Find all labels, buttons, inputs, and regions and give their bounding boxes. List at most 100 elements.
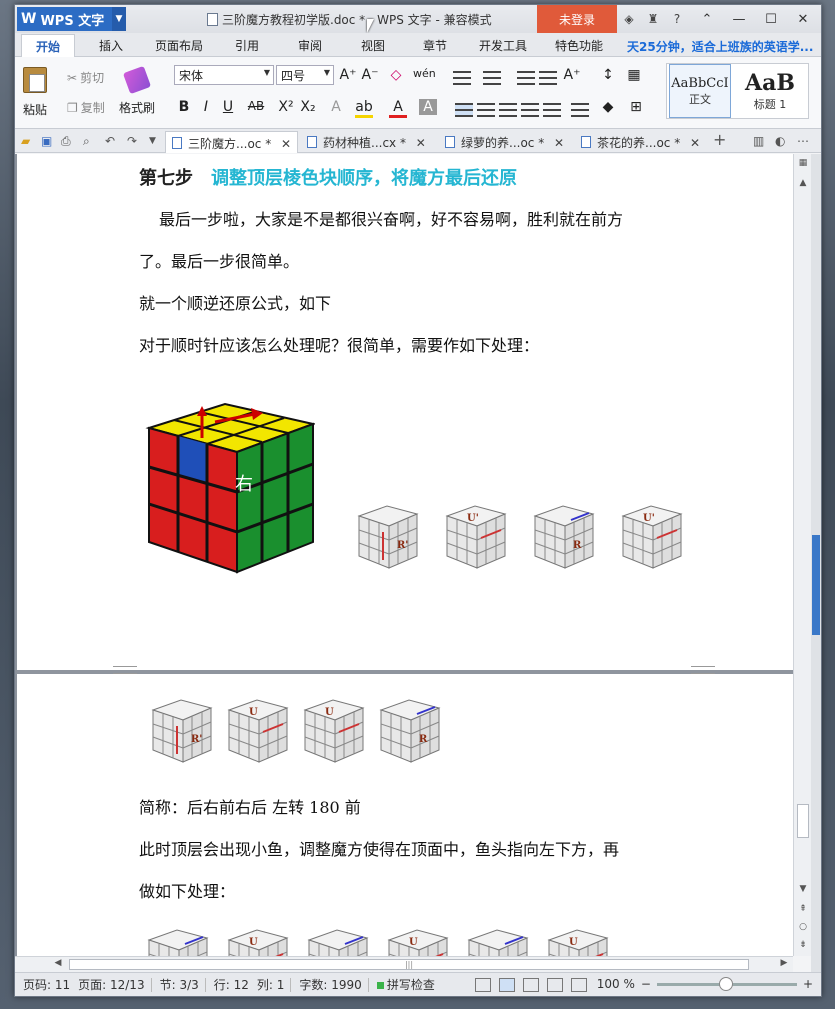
bold-icon[interactable]: B [175, 99, 193, 115]
print-preview-icon[interactable]: ⌕ [83, 134, 90, 149]
scroll-down-icon[interactable]: ▼ [796, 884, 810, 898]
login-button[interactable]: 未登录 [537, 5, 617, 33]
save-icon[interactable]: ▣ [41, 134, 52, 148]
style-normal[interactable]: AaBbCcI 正文 [669, 64, 731, 118]
highlight-icon[interactable]: ab [355, 99, 373, 118]
tab-special[interactable]: 特色功能 [555, 37, 603, 54]
cloud-icon[interactable]: ◈ [620, 10, 638, 28]
zoom-slider[interactable] [656, 976, 797, 991]
tab-page-layout[interactable]: 页面布局 [155, 37, 203, 54]
justify-icon[interactable] [521, 103, 539, 117]
outline-view-icon[interactable] [522, 977, 539, 992]
fullscreen-view-icon[interactable] [474, 977, 491, 992]
app-menu-dropdown-icon[interactable]: ▼ [112, 7, 126, 31]
prev-page-icon[interactable]: ⇞ [796, 904, 810, 918]
tab-list-icon[interactable]: ▥ [753, 134, 764, 148]
tab-options-icon[interactable]: ◐ [775, 134, 785, 148]
format-painter-button[interactable]: 格式刷 [119, 65, 155, 116]
minimize-button[interactable]: — [725, 9, 753, 29]
scroll-up-icon[interactable]: ▲ [796, 178, 810, 192]
tab-view[interactable]: 视图 [361, 37, 385, 54]
subscript-icon[interactable]: X₂ [299, 99, 317, 115]
shrink-font-icon[interactable]: A⁻ [361, 67, 379, 83]
help-icon[interactable]: ? [668, 10, 686, 28]
font-size-select[interactable]: 四号 ▼ [276, 65, 334, 85]
bullet-list-icon[interactable] [453, 71, 471, 85]
app-menu-button[interactable]: W WPS 文字 [17, 7, 125, 31]
doc-tab-3[interactable]: 茶花的养...oc * ✕ [575, 131, 706, 153]
zoom-out-icon[interactable]: − [641, 977, 651, 991]
tab-review[interactable]: 审阅 [298, 37, 322, 54]
strikethrough-icon[interactable]: AB [247, 99, 265, 113]
clear-format-icon[interactable]: ◇ [387, 67, 405, 83]
collapse-ribbon-icon[interactable]: ⌃ [693, 9, 721, 29]
paste-button[interactable]: 粘贴 [23, 67, 47, 118]
tab-insert[interactable]: 插入 [99, 37, 123, 54]
tab-references[interactable]: 引用 [235, 37, 259, 54]
numbered-list-icon[interactable] [483, 71, 501, 85]
vertical-scroll-thumb[interactable] [797, 804, 809, 838]
increase-indent-icon[interactable] [539, 71, 557, 85]
underline-icon[interactable]: U [219, 99, 237, 115]
doc-tab-0[interactable]: 三阶魔方...oc * ✕ [165, 131, 299, 153]
sort-icon[interactable]: ↕ [599, 67, 617, 83]
reading-view-icon[interactable] [570, 977, 587, 992]
font-name-select[interactable]: 宋体 ▼ [174, 65, 274, 85]
tab-home[interactable]: 开始 [21, 34, 76, 57]
task-pane-toggle[interactable] [812, 535, 820, 635]
close-tab-icon[interactable]: ✕ [554, 136, 564, 150]
maximize-button[interactable]: ☐ [757, 9, 785, 29]
horizontal-scrollbar[interactable]: ◀ ||| ▶ [15, 956, 793, 972]
horizontal-scroll-thumb[interactable]: ||| [69, 959, 749, 970]
paragraph-shading-icon[interactable]: ◆ [599, 99, 617, 115]
vertical-scrollbar[interactable]: ▦ ▲ ▼ ⇞ ○ ⇟ [793, 154, 811, 956]
zoom-in-icon[interactable]: + [803, 977, 813, 991]
style-heading-1[interactable]: AaB 标题 1 [733, 64, 807, 118]
tab-more-icon[interactable]: ⋯ [797, 134, 809, 148]
text-effect-icon[interactable]: A [327, 99, 345, 115]
skin-icon[interactable]: ♜ [644, 10, 662, 28]
borders-icon[interactable]: ⊞ [627, 99, 645, 115]
open-folder-icon[interactable]: ▰ [21, 134, 30, 148]
zoom-slider-knob[interactable] [718, 976, 733, 991]
page-12[interactable]: 第七步 调整顶层棱色块顺序，将魔方最后还原 最后一步啦，大家是不是都很兴奋啊，好不… [17, 154, 793, 670]
superscript-icon[interactable]: X² [277, 99, 295, 115]
scroll-right-icon[interactable]: ▶ [777, 958, 791, 972]
page-view-icon[interactable] [498, 977, 515, 992]
promo-link[interactable]: 天25分钟，适合上班族的英语学... [627, 38, 813, 55]
change-case-icon[interactable]: A⁺ [563, 67, 581, 83]
table-icon[interactable]: ▦ [625, 67, 643, 83]
print-icon[interactable]: ⎙ [61, 134, 71, 149]
next-page-icon[interactable]: ⇟ [796, 940, 810, 954]
char-shading-icon[interactable]: A [419, 99, 437, 115]
new-tab-icon[interactable]: + [713, 130, 726, 149]
italic-icon[interactable]: I [197, 99, 215, 115]
distribute-icon[interactable] [543, 103, 561, 117]
web-view-icon[interactable] [546, 977, 563, 992]
close-tab-icon[interactable]: ✕ [690, 136, 700, 150]
copy-button[interactable]: ❐ 复制 [67, 99, 105, 116]
customize-toolbar-icon[interactable]: ▼ [149, 136, 156, 146]
font-color-icon[interactable]: A [389, 99, 407, 118]
tab-chapter[interactable]: 章节 [423, 37, 447, 54]
line-spacing-icon[interactable] [571, 103, 589, 117]
cut-button[interactable]: ✂ 剪切 [67, 69, 104, 86]
spell-check-button[interactable]: 拼写检查 [376, 976, 435, 993]
align-right-icon[interactable] [499, 103, 517, 117]
align-center-icon[interactable] [477, 103, 495, 117]
undo-icon[interactable]: ↶ [105, 134, 115, 148]
scroll-left-icon[interactable]: ◀ [51, 958, 65, 972]
close-tab-icon[interactable]: ✕ [281, 137, 291, 151]
close-button[interactable]: ✕ [789, 9, 817, 29]
decrease-indent-icon[interactable] [517, 71, 535, 85]
phonetic-icon[interactable]: wén [413, 67, 436, 80]
close-tab-icon[interactable]: ✕ [416, 136, 426, 150]
doc-tab-1[interactable]: 药材种植...cx * ✕ [301, 131, 432, 153]
status-word-count[interactable]: 字数: 1990 [299, 976, 361, 993]
tab-developer[interactable]: 开发工具 [479, 37, 527, 54]
doc-tab-2[interactable]: 绿萝的养...oc * ✕ [439, 131, 570, 153]
page-nav-icon[interactable]: ▦ [796, 158, 810, 172]
document-area[interactable]: 第七步 调整顶层棱色块顺序，将魔方最后还原 最后一步啦，大家是不是都很兴奋啊，好不… [15, 154, 793, 956]
align-left-icon[interactable] [455, 103, 473, 117]
browse-object-icon[interactable]: ○ [796, 922, 810, 936]
